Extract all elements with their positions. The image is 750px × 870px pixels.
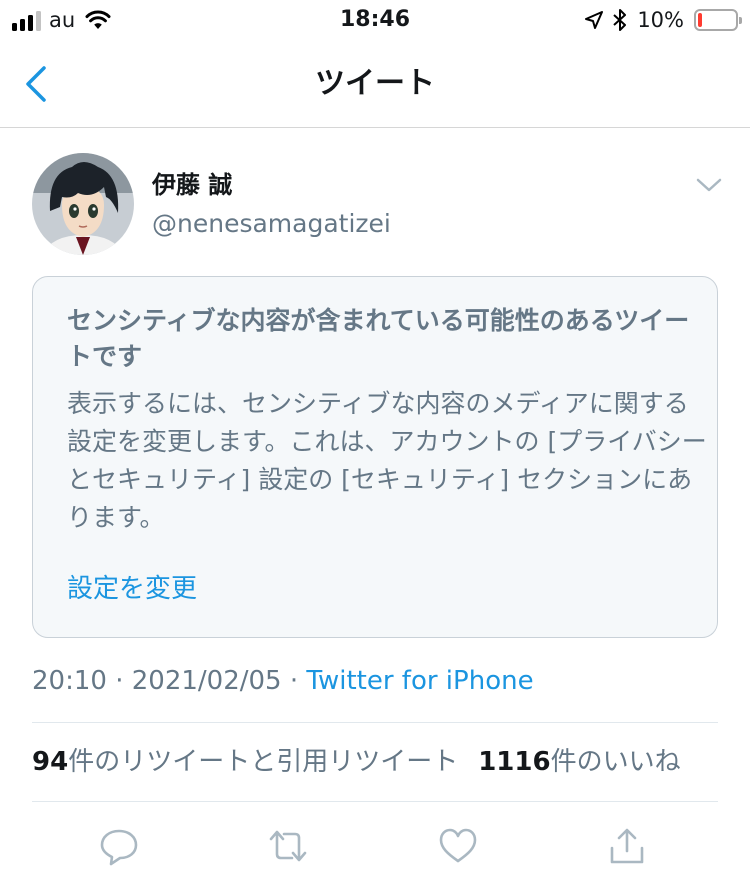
like-icon[interactable] xyxy=(438,826,478,866)
avatar-image xyxy=(32,153,134,255)
sensitive-content-notice: センシティブな内容が含まれている可能性のあるツイートです 表示するには、センシテ… xyxy=(32,276,718,638)
battery-icon xyxy=(694,9,742,31)
retweet-icon[interactable] xyxy=(268,826,308,866)
chevron-down-icon[interactable] xyxy=(694,174,724,196)
tweet-source-link[interactable]: Twitter for iPhone xyxy=(306,666,533,696)
sensitive-notice-body: 表示するには、センシティブな内容のメディアに関する設定を変更します。これは、アカ… xyxy=(67,389,707,532)
likes-stat[interactable]: 1116件のいいね xyxy=(478,747,680,777)
reply-icon[interactable] xyxy=(99,826,139,866)
tweet-action-bar xyxy=(0,820,750,870)
battery-level xyxy=(698,13,702,27)
status-bar: au 18:46 10% xyxy=(0,0,750,40)
tweet-date: 2021/02/05 xyxy=(131,666,282,696)
location-arrow-icon xyxy=(585,11,604,29)
likes-label: 件のいいね xyxy=(550,747,681,777)
battery-percent: 10% xyxy=(637,8,684,32)
author-name[interactable]: 伊藤 誠 xyxy=(152,170,232,200)
status-bar-right: 10% xyxy=(585,7,742,33)
avatar[interactable] xyxy=(32,153,134,255)
tweet-time: 20:10 xyxy=(32,666,107,696)
retweets-stat[interactable]: 94件のリツイートと引用リツイート xyxy=(32,747,458,777)
retweets-label: 件のリツイートと引用リツイート xyxy=(68,747,459,777)
navigation-bar: ツイート xyxy=(0,40,750,128)
retweets-count: 94 xyxy=(32,747,69,777)
change-settings-link[interactable]: 設定を変更 xyxy=(67,573,197,605)
likes-count: 1116 xyxy=(478,747,551,777)
divider-2 xyxy=(32,801,718,802)
meta-separator-2: · xyxy=(289,666,299,696)
tweet-stats: 94件のリツイートと引用リツイート 1116件のいいね xyxy=(32,745,681,779)
page-title: ツイート xyxy=(315,66,435,101)
meta-separator: · xyxy=(115,666,124,696)
sensitive-notice-title: センシティブな内容が含まれている可能性のあるツイートです xyxy=(67,306,690,371)
divider xyxy=(32,722,718,723)
author-handle[interactable]: @nenesamagatizei xyxy=(152,208,391,240)
tweet-metadata: 20:10 · 2021/02/05 · Twitter for iPhone xyxy=(32,664,534,698)
share-icon[interactable] xyxy=(607,826,647,866)
bluetooth-icon xyxy=(613,9,627,31)
